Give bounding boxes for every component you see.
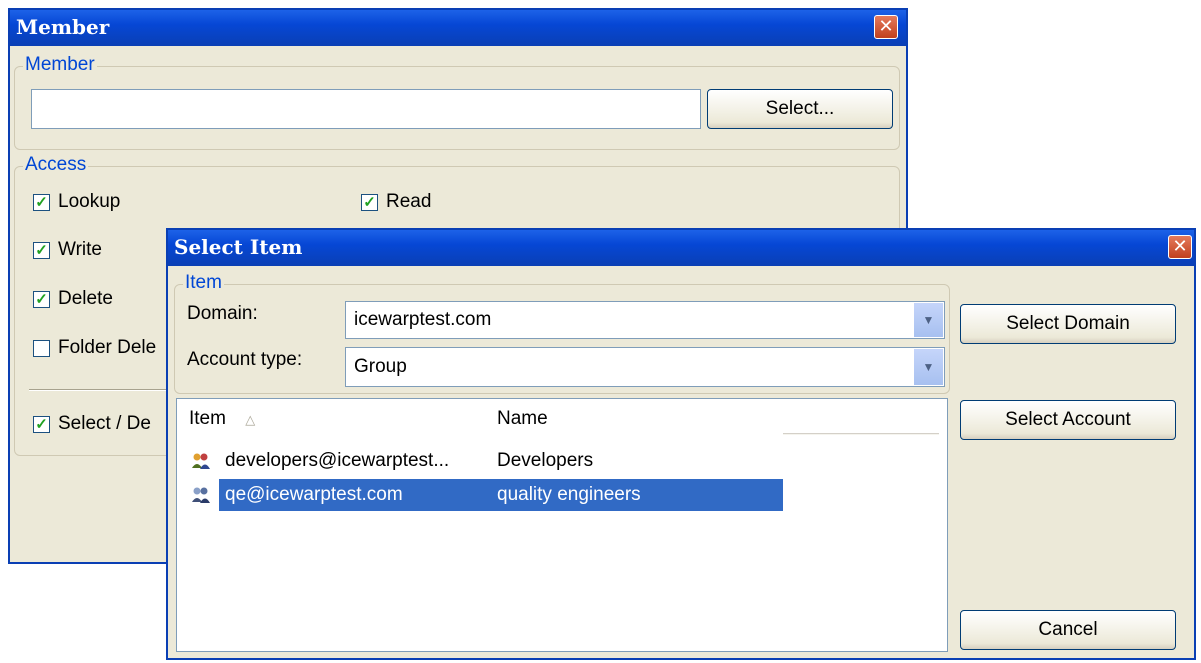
item-listview[interactable]: Item △ Name developers@icewarptest... De… <box>176 398 948 652</box>
column-header-item[interactable]: Item △ <box>177 399 485 439</box>
row-item-cell: qe@icewarptest.com <box>219 479 497 511</box>
chevron-down-icon[interactable]: ▼ <box>913 349 943 385</box>
row-name-cell: quality engineers <box>497 479 783 511</box>
row-item-cell: developers@icewarptest... <box>225 450 450 471</box>
checkbox-read[interactable]: ✓ Read <box>361 191 431 213</box>
group-icon <box>192 487 210 503</box>
checkmark-icon: ✓ <box>33 193 50 211</box>
row-name-cell: Developers <box>497 450 594 471</box>
checkbox-unchecked-box <box>33 339 50 357</box>
member-input[interactable] <box>31 89 701 129</box>
select-account-button[interactable]: Select Account <box>960 400 1176 440</box>
member-group-label: Member <box>23 54 97 76</box>
table-row[interactable]: developers@icewarptest... Developers <box>187 445 783 477</box>
account-type-select[interactable]: Group ▼ <box>345 347 945 387</box>
select-item-window-title: Select Item <box>174 235 303 259</box>
list-header: Item △ Name <box>177 399 947 439</box>
domain-select[interactable]: icewarptest.com ▼ <box>345 301 945 339</box>
cancel-button[interactable]: Cancel <box>960 610 1176 650</box>
select-member-button[interactable]: Select... <box>707 89 893 129</box>
item-group-label: Item <box>183 272 224 294</box>
domain-label: Domain: <box>187 303 258 324</box>
checkbox-folder-delete[interactable]: Folder Dele <box>33 337 156 359</box>
checkbox-lookup[interactable]: ✓ Lookup <box>33 191 120 213</box>
select-domain-button[interactable]: Select Domain <box>960 304 1176 344</box>
member-group: Member Select... <box>14 54 900 150</box>
checkbox-delete[interactable]: ✓ Delete <box>33 288 113 310</box>
member-window-title: Member <box>16 15 110 39</box>
item-group: Item Domain: icewarptest.com ▼ Account t… <box>174 272 950 394</box>
member-titlebar[interactable]: Member ✕ <box>10 10 906 46</box>
access-group-label: Access <box>23 154 89 176</box>
member-close-icon[interactable]: ✕ <box>874 15 898 39</box>
chevron-down-icon[interactable]: ▼ <box>913 303 943 337</box>
checkbox-write[interactable]: ✓ Write <box>33 239 102 261</box>
checkmark-icon: ✓ <box>33 290 50 308</box>
account-type-label: Account type: <box>187 349 303 370</box>
group-icon <box>192 453 210 469</box>
checkbox-select-deselect[interactable]: ✓ Select / De <box>33 413 151 435</box>
header-divider <box>783 433 939 435</box>
checkmark-icon: ✓ <box>33 415 50 433</box>
sort-ascending-icon: △ <box>245 412 256 427</box>
checkmark-icon: ✓ <box>33 241 50 259</box>
select-item-titlebar[interactable]: Select Item ✕ <box>168 230 1194 266</box>
checkmark-icon: ✓ <box>361 193 378 211</box>
select-item-close-icon[interactable]: ✕ <box>1168 235 1192 259</box>
column-header-name[interactable]: Name <box>485 399 783 439</box>
select-item-window: Select Item ✕ Item Domain: icewarptest.c… <box>166 228 1196 660</box>
table-row-selected[interactable]: qe@icewarptest.com quality engineers <box>187 479 783 511</box>
